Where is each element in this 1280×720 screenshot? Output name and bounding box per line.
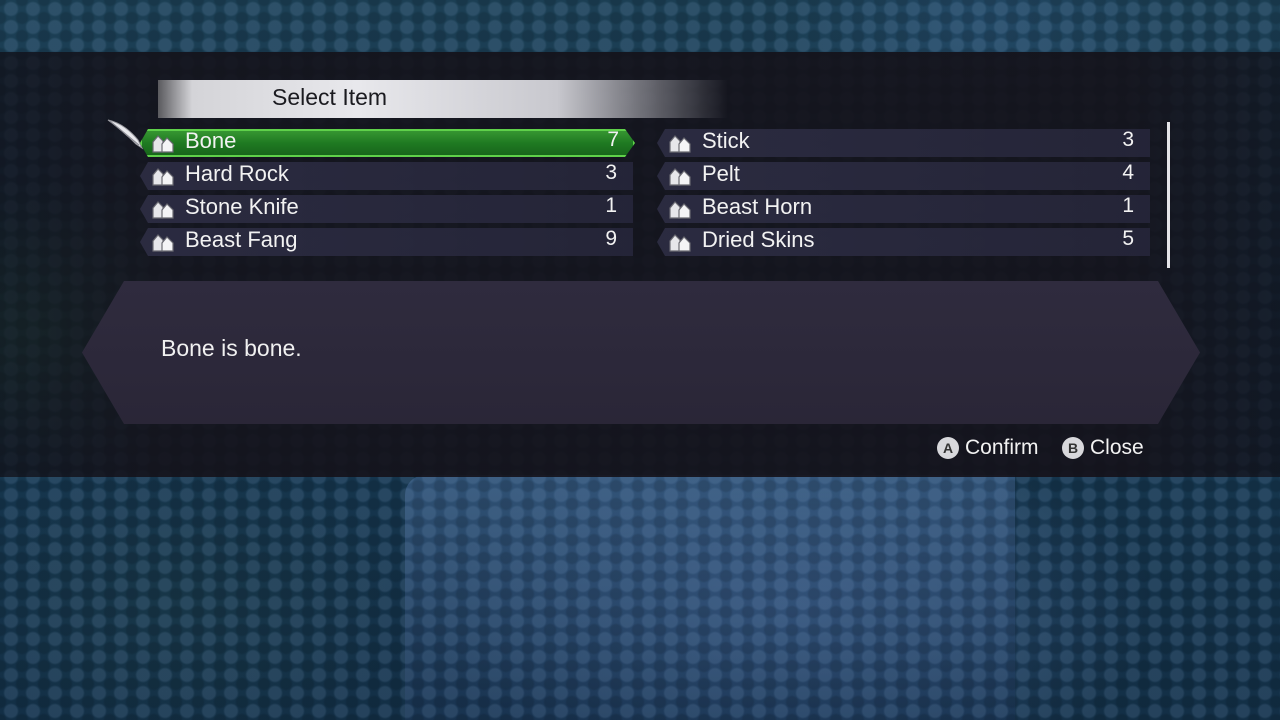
close-prompt[interactable]: B Close [1062, 434, 1144, 462]
material-icon [669, 201, 691, 219]
confirm-prompt[interactable]: A Confirm [937, 434, 1039, 462]
material-icon [152, 168, 174, 186]
item-row-hard-rock[interactable]: Hard Rock 3 [140, 162, 633, 190]
confirm-label: Confirm [965, 436, 1039, 459]
item-quantity: 9 [605, 227, 617, 250]
item-row-stone-knife[interactable]: Stone Knife 1 [140, 195, 633, 223]
a-button-icon: A [937, 437, 959, 459]
item-name: Beast Horn [702, 194, 813, 219]
item-quantity: 1 [605, 194, 617, 217]
item-quantity: 4 [1122, 161, 1134, 184]
material-icon [669, 234, 691, 252]
material-icon [669, 135, 691, 153]
item-quantity: 3 [605, 161, 617, 184]
material-icon [669, 168, 691, 186]
item-row-beast-horn[interactable]: Beast Horn 1 [657, 195, 1150, 223]
item-quantity: 3 [1122, 128, 1134, 151]
item-row-pelt[interactable]: Pelt 4 [657, 162, 1150, 190]
close-label: Close [1090, 436, 1144, 459]
background-cliff [405, 475, 1015, 720]
item-row-dried-skins[interactable]: Dried Skins 5 [657, 228, 1150, 256]
item-name: Dried Skins [702, 227, 815, 252]
material-icon [152, 201, 174, 219]
item-row-bone[interactable]: Bone 7 [140, 129, 635, 157]
item-quantity: 5 [1122, 227, 1134, 250]
item-name: Bone [185, 128, 237, 153]
material-icon [152, 234, 174, 252]
quill-cursor-icon [107, 119, 144, 150]
item-description: Bone is bone. [161, 335, 302, 361]
item-row-stick[interactable]: Stick 3 [657, 129, 1150, 157]
item-name: Stone Knife [185, 194, 299, 219]
item-quantity: 7 [607, 128, 619, 151]
item-name: Pelt [702, 161, 740, 186]
item-row-beast-fang[interactable]: Beast Fang 9 [140, 228, 633, 256]
b-button-icon: B [1062, 437, 1084, 459]
item-quantity: 1 [1122, 194, 1134, 217]
item-name: Beast Fang [185, 227, 298, 252]
item-name: Hard Rock [185, 161, 289, 186]
dialog-title: Select Item [272, 84, 388, 110]
list-scrollbar[interactable] [1167, 122, 1170, 268]
item-name: Stick [702, 128, 750, 153]
title-bar [158, 80, 728, 118]
material-icon [150, 132, 176, 154]
